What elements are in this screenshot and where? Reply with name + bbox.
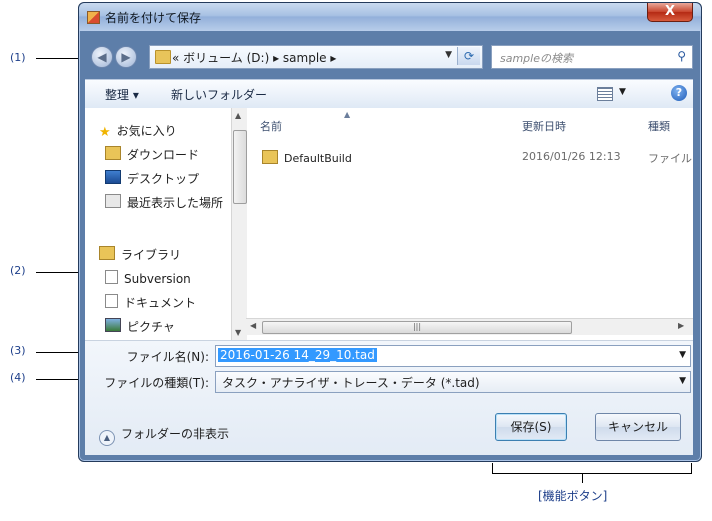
sidebar-item-documents[interactable]: ドキュメント xyxy=(105,294,196,311)
app-icon xyxy=(87,11,100,24)
sort-ascending-icon: ▲ xyxy=(344,110,351,119)
search-input[interactable]: sampleの検索 ⚲ xyxy=(491,45,693,69)
hide-folders-toggle[interactable]: ▲ フォルダーの非表示 xyxy=(99,425,229,446)
navigation-pane: ★ お気に入り ダウンロード デスクトップ 最近表示した場所 ライブラリ Subv… xyxy=(85,108,231,340)
function-buttons-bracket-stem xyxy=(582,473,583,483)
save-form: ファイル名(N): 2016-01-26 14_29_10.tad ▼ ファイル… xyxy=(85,341,693,455)
file-type-cell: ファイル xyxy=(648,152,692,165)
sidebar-item-downloads[interactable]: ダウンロード xyxy=(105,146,199,163)
view-options-icon[interactable] xyxy=(597,87,613,101)
title-bar[interactable]: 名前を付けて保存 X xyxy=(79,3,701,31)
pictures-icon xyxy=(105,318,121,332)
filename-label: ファイル名(N): xyxy=(126,350,209,364)
chevron-down-icon[interactable]: ▼ xyxy=(445,50,452,60)
browser-area: ★ お気に入り ダウンロード デスクトップ 最近表示した場所 ライブラリ Subv… xyxy=(85,108,693,341)
command-toolbar: 整理 ▾ 新しいフォルダー ▼ ? xyxy=(85,79,693,109)
column-header-modified[interactable]: 更新日時 xyxy=(522,118,566,134)
chevron-down-icon[interactable]: ▼ xyxy=(679,350,686,360)
sidebar-item-recent[interactable]: 最近表示した場所 xyxy=(105,194,223,211)
scrollbar-thumb[interactable] xyxy=(233,130,247,204)
back-button[interactable]: ◀ xyxy=(91,46,113,68)
callout-2: (2) xyxy=(10,264,26,277)
sidebar-item-favorites[interactable]: ★ お気に入り xyxy=(99,122,177,140)
file-name-cell[interactable]: DefaultBuild xyxy=(262,150,352,165)
star-icon: ★ xyxy=(99,125,111,140)
download-folder-icon xyxy=(105,146,121,160)
organize-button[interactable]: 整理 ▾ xyxy=(105,86,139,103)
sidebar-item-subversion[interactable]: Subversion xyxy=(105,270,191,286)
libraries-icon xyxy=(99,246,115,260)
new-folder-button[interactable]: 新しいフォルダー xyxy=(171,86,267,103)
folder-icon xyxy=(155,50,171,64)
callout-4: (4) xyxy=(10,371,26,384)
close-button[interactable]: X xyxy=(647,3,693,22)
chevron-down-icon[interactable]: ▼ xyxy=(679,376,686,386)
address-bar[interactable]: « ボリューム (D:) ▸ sample ▸ ▼ ⟳ xyxy=(149,45,483,69)
filetype-select[interactable]: タスク・アナライザ・トレース・データ (*.tad) ▼ xyxy=(215,371,691,393)
navigation-row: ◀ ▶ « ボリューム (D:) ▸ sample ▸ ▼ ⟳ sampleの検… xyxy=(85,45,693,69)
scroll-right-icon[interactable]: ▶ xyxy=(678,321,684,330)
search-icon[interactable]: ⚲ xyxy=(677,49,686,63)
save-button[interactable]: 保存(S) xyxy=(495,413,567,441)
file-list-pane: ▲ 名前 更新日時 種類 DefaultBuild 2016/01/26 12:… xyxy=(246,108,693,340)
cancel-button[interactable]: キャンセル xyxy=(595,413,681,441)
function-buttons-label: [機能ボタン] xyxy=(538,489,608,503)
column-header-type[interactable]: 種類 xyxy=(648,118,670,134)
scrollbar-thumb[interactable]: ||| xyxy=(262,321,572,334)
column-header-name[interactable]: 名前 xyxy=(260,118,282,134)
desktop-icon xyxy=(105,170,121,184)
scroll-up-icon[interactable]: ▲ xyxy=(235,111,241,120)
filename-value[interactable]: 2016-01-26 14_29_10.tad xyxy=(218,348,377,362)
scroll-down-icon[interactable]: ▼ xyxy=(235,328,241,337)
search-placeholder: sampleの検索 xyxy=(500,52,573,65)
horizontal-scrollbar[interactable]: ◀ ||| ▶ xyxy=(246,318,693,335)
refresh-icon[interactable]: ⟳ xyxy=(457,47,480,65)
save-as-dialog: 名前を付けて保存 X ◀ ▶ « ボリューム (D:) ▸ sample ▸ ▼… xyxy=(78,2,702,462)
sidebar-item-desktop[interactable]: デスクトップ xyxy=(105,170,199,187)
sidebar-item-pictures[interactable]: ピクチャ xyxy=(105,318,175,335)
window-title: 名前を付けて保存 xyxy=(105,11,202,25)
sidebar-item-libraries[interactable]: ライブラリ xyxy=(99,246,181,263)
chevron-down-icon[interactable]: ▼ xyxy=(619,87,626,97)
documents-icon xyxy=(105,294,118,308)
recent-places-icon xyxy=(105,194,121,208)
help-icon[interactable]: ? xyxy=(671,85,687,101)
collapse-icon: ▲ xyxy=(99,430,115,446)
filetype-value: タスク・アナライザ・トレース・データ (*.tad) xyxy=(222,376,480,390)
function-buttons-bracket xyxy=(492,463,692,474)
forward-button[interactable]: ▶ xyxy=(115,46,137,68)
folder-icon xyxy=(262,150,278,164)
file-modified-cell: 2016/01/26 12:13 xyxy=(522,150,621,163)
navigation-scrollbar[interactable]: ▲ ▼ xyxy=(231,108,247,340)
callout-1: (1) xyxy=(10,51,26,64)
filename-input[interactable]: 2016-01-26 14_29_10.tad ▼ xyxy=(215,345,691,367)
scroll-left-icon[interactable]: ◀ xyxy=(250,321,256,330)
filetype-label: ファイルの種類(T): xyxy=(104,376,209,390)
document-icon xyxy=(105,270,118,284)
address-path[interactable]: « ボリューム (D:) ▸ sample ▸ xyxy=(172,49,336,66)
callout-3: (3) xyxy=(10,344,26,357)
